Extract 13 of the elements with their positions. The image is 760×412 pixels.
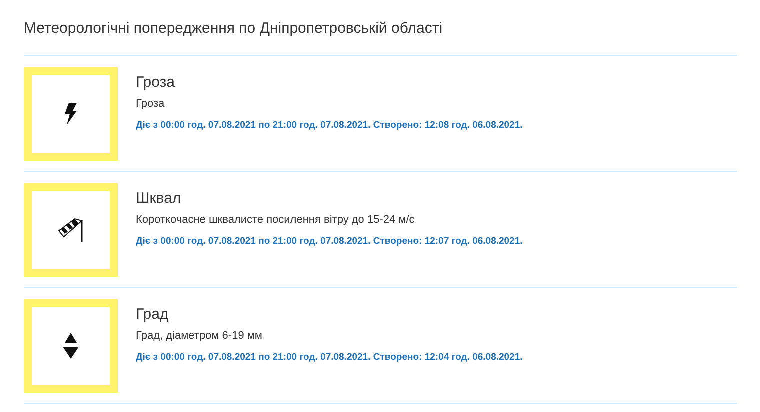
lightning-icon — [64, 102, 78, 124]
warning-period: Діє з 00:00 год. 07.08.2021 по 21:00 год. 07.08.2021. Створено: 12:04 год. 06.08.2021. — [136, 350, 523, 364]
warning-description: Короткочасне шквалисте посилення вітру до 15-24 м/с — [136, 212, 416, 226]
page-title: Метеорологічні попередження по Дніпропетровській області — [24, 19, 444, 39]
warning-description: Град, діаметром 6-19 мм — [136, 328, 264, 342]
warning-description: Гроза — [136, 96, 166, 110]
windsock-icon — [56, 218, 86, 242]
warning-period: Діє з 00:00 год. 07.08.2021 по 21:00 год. 07.08.2021. Створено: 12:08 год. 06.08.2021. — [136, 118, 523, 132]
warning-name: Гроза — [136, 72, 176, 92]
warning-period: Діє з 00:00 год. 07.08.2021 по 21:00 год. 07.08.2021. Створено: 12:07 год. 06.08.2021. — [136, 234, 523, 248]
warning-name: Град — [136, 304, 170, 324]
warning-name: Шквал — [136, 188, 182, 208]
triangles-icon — [62, 332, 80, 360]
